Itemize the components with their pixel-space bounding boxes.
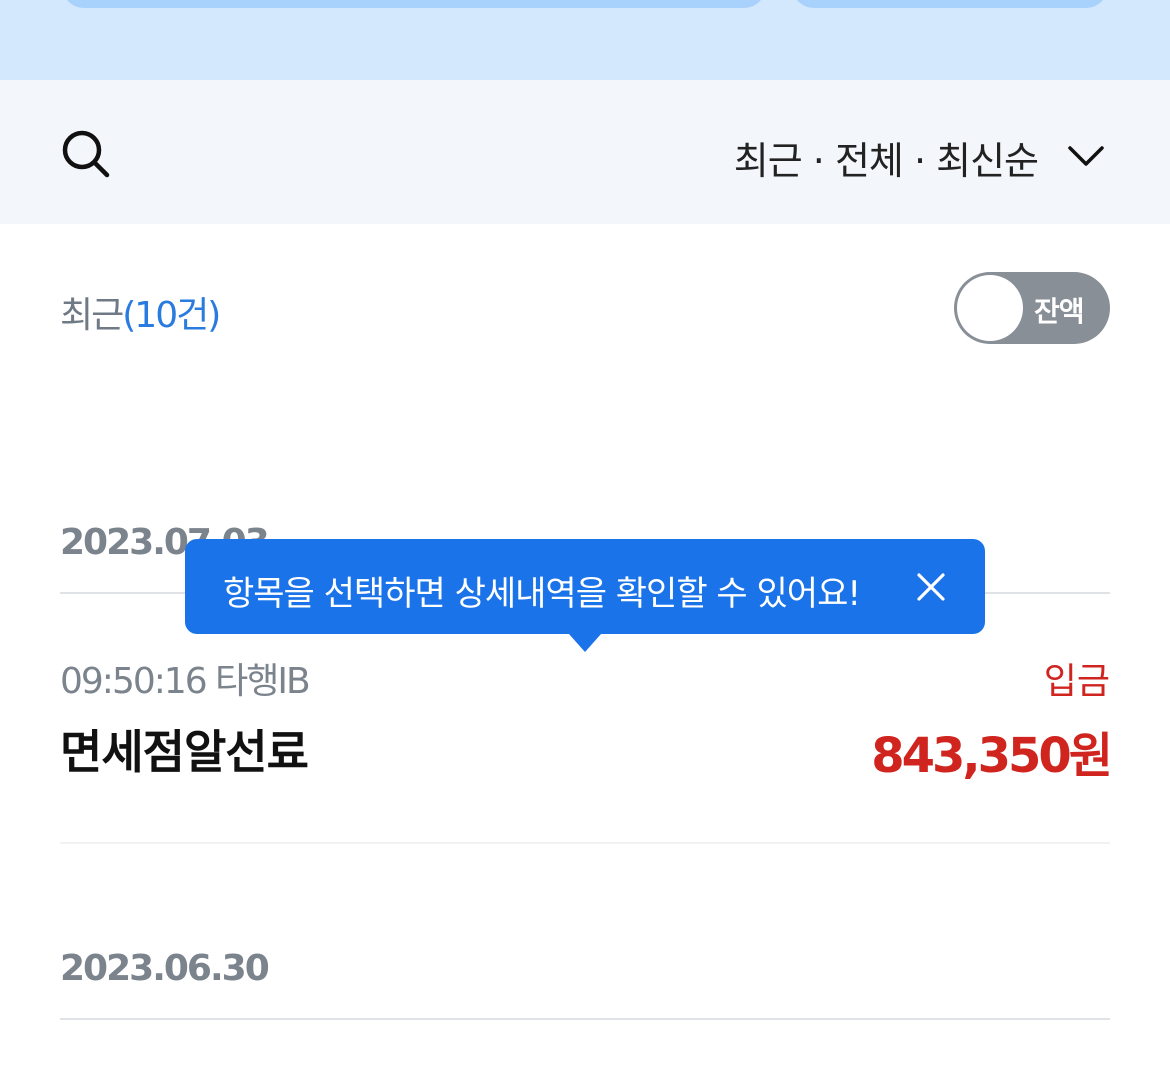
transaction-time-channel: 09:50:16 타행IB	[60, 661, 311, 702]
divider	[60, 842, 1110, 844]
recent-count-summary: 최근(10건)	[60, 286, 221, 338]
summary-count: (10건)	[122, 295, 221, 336]
chevron-down-icon[interactable]	[1066, 136, 1106, 176]
date-header: 2023.06.30	[60, 948, 270, 989]
top-action-button-secondary[interactable]	[792, 0, 1108, 8]
tooltip-text: 항목을 선택하면 상세내역을 확인할 수 있어요!	[223, 574, 861, 614]
close-icon[interactable]	[915, 571, 947, 603]
guide-tooltip: 항목을 선택하면 상세내역을 확인할 수 있어요!	[185, 539, 985, 652]
search-icon[interactable]	[60, 128, 112, 180]
balance-toggle[interactable]: 잔액	[954, 272, 1110, 344]
filter-summary-button[interactable]: 최근 · 전체 · 최신순	[734, 130, 1039, 185]
transaction-type: 입금	[1043, 661, 1110, 702]
toggle-knob	[957, 275, 1023, 341]
transaction-amount[interactable]: 843,350원	[871, 716, 1113, 786]
top-action-button-primary[interactable]	[62, 0, 766, 8]
summary-label: 최근	[60, 295, 124, 336]
tooltip-pointer	[569, 634, 601, 652]
divider	[60, 1018, 1110, 1020]
top-action-band	[0, 0, 1170, 80]
transaction-description[interactable]: 면세점알선료	[60, 716, 309, 782]
balance-toggle-label: 잔액	[1034, 295, 1085, 328]
filter-bar: 최근 · 전체 · 최신순	[0, 80, 1170, 224]
